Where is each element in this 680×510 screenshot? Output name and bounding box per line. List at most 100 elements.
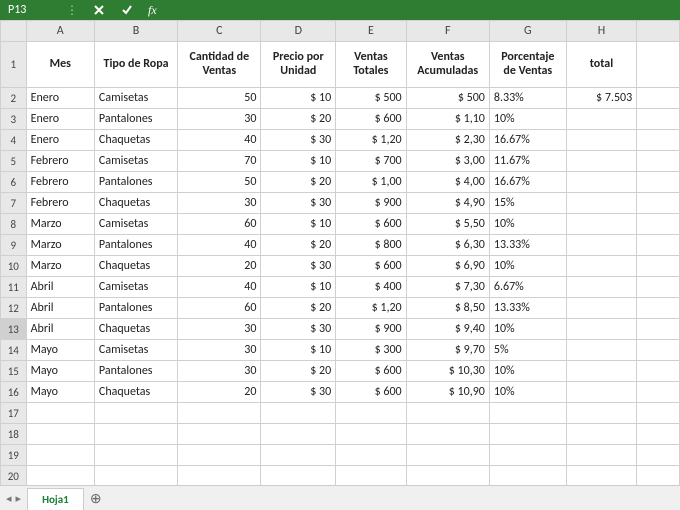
cell[interactable]: Camisetas — [94, 277, 177, 298]
cell[interactable]: Abril — [26, 298, 94, 319]
cell[interactable] — [178, 403, 261, 424]
cell[interactable]: Chaquetas — [94, 193, 177, 214]
cell[interactable]: Marzo — [26, 256, 94, 277]
cell[interactable]: $ 900 — [336, 193, 406, 214]
row-header[interactable]: 11 — [1, 277, 27, 298]
cell[interactable]: 5% — [489, 340, 566, 361]
cell[interactable] — [406, 466, 489, 486]
header-cell[interactable]: Tipo de Ropa — [94, 42, 177, 88]
cell[interactable]: 16.67% — [489, 172, 566, 193]
cell[interactable]: Febrero — [26, 172, 94, 193]
row-header[interactable]: 13 — [1, 319, 27, 340]
cell[interactable]: Marzo — [26, 235, 94, 256]
cell[interactable] — [637, 382, 680, 403]
cell[interactable] — [406, 445, 489, 466]
cell[interactable]: $ 600 — [336, 214, 406, 235]
cell[interactable] — [489, 445, 566, 466]
cell[interactable]: $ 4,00 — [406, 172, 489, 193]
cell[interactable]: Camisetas — [94, 214, 177, 235]
header-cell[interactable]: total — [566, 42, 636, 88]
cell[interactable]: $ 600 — [336, 109, 406, 130]
cell[interactable] — [637, 193, 680, 214]
cell[interactable]: 13.33% — [489, 235, 566, 256]
row-header[interactable]: 10 — [1, 256, 27, 277]
cell[interactable] — [566, 151, 636, 172]
cell[interactable]: Camisetas — [94, 88, 177, 109]
cell[interactable]: $ 30 — [261, 319, 336, 340]
cell[interactable] — [94, 445, 177, 466]
cell[interactable] — [566, 340, 636, 361]
col-header[interactable]: A — [26, 21, 94, 42]
cell[interactable]: Enero — [26, 88, 94, 109]
cell[interactable]: $ 20 — [261, 298, 336, 319]
row-header[interactable]: 1 — [1, 42, 27, 88]
header-cell[interactable]: Precio por Unidad — [261, 42, 336, 88]
cell[interactable]: Marzo — [26, 214, 94, 235]
cell[interactable] — [26, 424, 94, 445]
cell[interactable]: Febrero — [26, 193, 94, 214]
row-header[interactable]: 15 — [1, 361, 27, 382]
cell[interactable] — [566, 277, 636, 298]
cell[interactable]: Abril — [26, 319, 94, 340]
cell[interactable] — [637, 88, 680, 109]
cell[interactable]: 20 — [178, 256, 261, 277]
cell[interactable] — [26, 466, 94, 486]
cell[interactable] — [94, 403, 177, 424]
cell[interactable]: 30 — [178, 361, 261, 382]
header-cell[interactable]: Mes — [26, 42, 94, 88]
row-header[interactable]: 4 — [1, 130, 27, 151]
row-header[interactable]: 5 — [1, 151, 27, 172]
cell[interactable]: $ 600 — [336, 382, 406, 403]
cell[interactable] — [637, 172, 680, 193]
cell[interactable]: Enero — [26, 130, 94, 151]
cell[interactable] — [406, 424, 489, 445]
row-header[interactable]: 8 — [1, 214, 27, 235]
cell[interactable] — [566, 424, 636, 445]
cell[interactable]: $ 1,20 — [336, 130, 406, 151]
row-header[interactable]: 18 — [1, 424, 27, 445]
cell[interactable] — [566, 445, 636, 466]
cell[interactable] — [26, 403, 94, 424]
cell[interactable]: 70 — [178, 151, 261, 172]
cell[interactable]: Pantalones — [94, 361, 177, 382]
cell[interactable] — [489, 403, 566, 424]
cell[interactable]: $ 6,30 — [406, 235, 489, 256]
cell[interactable] — [637, 319, 680, 340]
row-header[interactable]: 17 — [1, 403, 27, 424]
row-header[interactable]: 20 — [1, 466, 27, 486]
cell[interactable] — [178, 424, 261, 445]
cell[interactable]: Chaquetas — [94, 256, 177, 277]
cell[interactable]: $ 600 — [336, 361, 406, 382]
row-header[interactable]: 6 — [1, 172, 27, 193]
cell[interactable]: 30 — [178, 193, 261, 214]
cell[interactable] — [637, 466, 680, 486]
cell[interactable]: $ 7.503 — [566, 88, 636, 109]
cell[interactable]: 60 — [178, 298, 261, 319]
cell[interactable]: $ 600 — [336, 256, 406, 277]
cell[interactable] — [26, 445, 94, 466]
cell[interactable]: $ 30 — [261, 382, 336, 403]
cell[interactable]: 10% — [489, 319, 566, 340]
cell[interactable]: 40 — [178, 277, 261, 298]
cell[interactable]: 15% — [489, 193, 566, 214]
row-header[interactable]: 12 — [1, 298, 27, 319]
cell[interactable]: Pantalones — [94, 235, 177, 256]
col-header[interactable]: H — [566, 21, 636, 42]
cell[interactable] — [637, 256, 680, 277]
col-header[interactable]: D — [261, 21, 336, 42]
header-cell[interactable]: Cantidad de Ventas — [178, 42, 261, 88]
cell[interactable]: 10% — [489, 256, 566, 277]
cell[interactable]: $ 20 — [261, 109, 336, 130]
cell[interactable] — [566, 193, 636, 214]
cell[interactable]: 50 — [178, 88, 261, 109]
cell[interactable]: $ 20 — [261, 172, 336, 193]
cell[interactable]: 40 — [178, 130, 261, 151]
cell[interactable]: $ 900 — [336, 319, 406, 340]
cell[interactable] — [637, 424, 680, 445]
cell[interactable]: 16.67% — [489, 130, 566, 151]
cell[interactable] — [637, 361, 680, 382]
cell[interactable] — [637, 298, 680, 319]
cell[interactable] — [261, 466, 336, 486]
header-cell[interactable]: Ventas Acumuladas — [406, 42, 489, 88]
row-header[interactable]: 9 — [1, 235, 27, 256]
